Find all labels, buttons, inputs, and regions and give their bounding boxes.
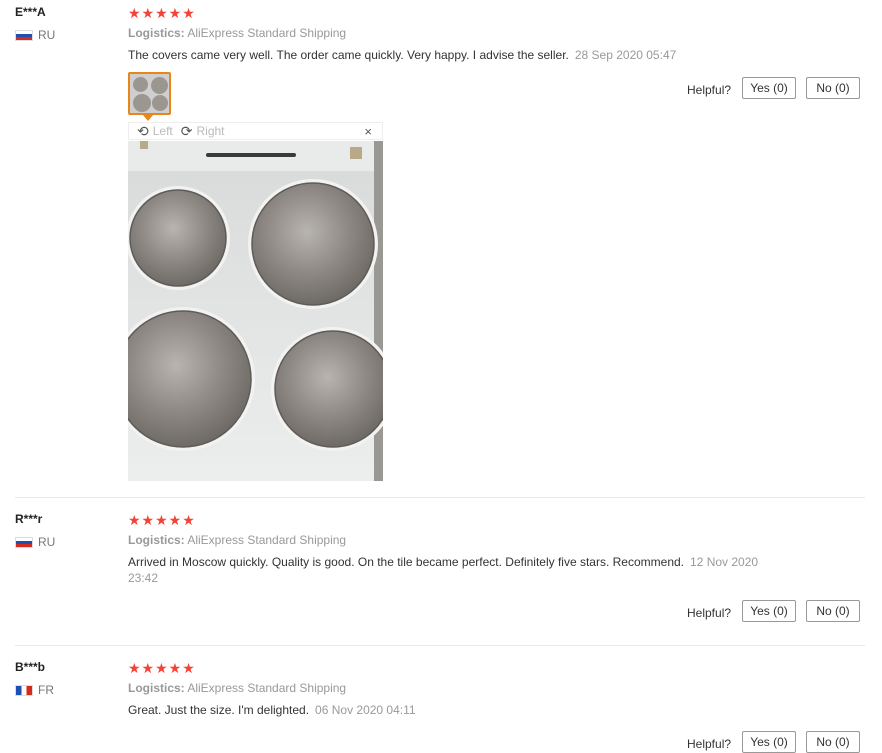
logistics-value: AliExpress Standard Shipping (187, 26, 347, 40)
thumb-burner (133, 77, 148, 92)
rotate-right-button[interactable]: Right (196, 124, 224, 138)
helpful-yes-button[interactable]: Yes (0) (742, 600, 796, 622)
review-photo-large (128, 141, 383, 481)
reviewer-name: R***r (15, 512, 43, 526)
review-text: Great. Just the size. I'm delighted. 06 N… (128, 702, 768, 718)
logistics-label: Logistics: (128, 533, 185, 547)
star-rating: ★★★★★ (128, 512, 196, 528)
review-body: Arrived in Moscow quickly. Quality is go… (128, 555, 685, 569)
logistics-label: Logistics: (128, 681, 185, 695)
helpful-label: Helpful? (687, 83, 732, 97)
country-code: FR (38, 683, 54, 697)
logistics-info: Logistics: AliExpress Standard Shipping (128, 533, 346, 547)
helpful-no-button[interactable]: No (0) (806, 600, 860, 622)
thumbnail-pointer (143, 115, 153, 121)
review-text: Arrived in Moscow quickly. Quality is go… (128, 554, 768, 586)
logistics-label: Logistics: (128, 26, 185, 40)
review-date: 28 Sep 2020 05:47 (574, 48, 677, 62)
logistics-info: Logistics: AliExpress Standard Shipping (128, 681, 346, 695)
thumb-burner (151, 77, 168, 94)
reviewer-country: RU (15, 28, 55, 42)
review-body: Great. Just the size. I'm delighted. (128, 703, 310, 717)
flag-ru-icon (15, 536, 33, 548)
review-photo-thumbnail[interactable] (128, 72, 171, 115)
reviewer-name: B***b (15, 660, 46, 674)
thumb-burner (133, 94, 151, 112)
review-divider (15, 645, 865, 646)
reviewer-country: FR (15, 683, 54, 697)
star-rating: ★★★★★ (128, 5, 196, 21)
review-body: The covers came very well. The order cam… (128, 48, 569, 62)
stove-photo (128, 141, 383, 481)
rotate-left-button[interactable]: Left (153, 124, 173, 138)
logistics-info: Logistics: AliExpress Standard Shipping (128, 26, 346, 40)
review-date: 06 Nov 2020 04:11 (315, 703, 416, 717)
flag-fr-icon (15, 684, 33, 696)
flag-ru-icon (15, 29, 33, 41)
reviewer-country: RU (15, 535, 55, 549)
helpful-yes-button[interactable]: Yes (0) (742, 77, 796, 99)
helpful-label: Helpful? (687, 606, 732, 620)
review-divider (15, 497, 865, 498)
helpful-yes-button[interactable]: Yes (0) (742, 731, 796, 753)
close-icon[interactable]: × (364, 124, 372, 139)
star-rating: ★★★★★ (128, 660, 196, 676)
helpful-label: Helpful? (687, 737, 732, 751)
helpful-no-button[interactable]: No (0) (806, 77, 860, 99)
rotate-left-icon[interactable]: ⟲ (137, 123, 149, 140)
country-code: RU (38, 535, 56, 549)
reviewer-name: E***A (15, 5, 46, 19)
logistics-value: AliExpress Standard Shipping (187, 681, 347, 695)
review-text: The covers came very well. The order cam… (128, 47, 768, 63)
country-code: RU (38, 28, 56, 42)
rotate-right-icon[interactable]: ⟳ (181, 123, 193, 140)
photo-viewer-toolbar: ⟲ Left ⟳ Right × (128, 122, 383, 140)
helpful-no-button[interactable]: No (0) (806, 731, 860, 753)
logistics-value: AliExpress Standard Shipping (187, 533, 347, 547)
thumb-burner (152, 95, 168, 111)
